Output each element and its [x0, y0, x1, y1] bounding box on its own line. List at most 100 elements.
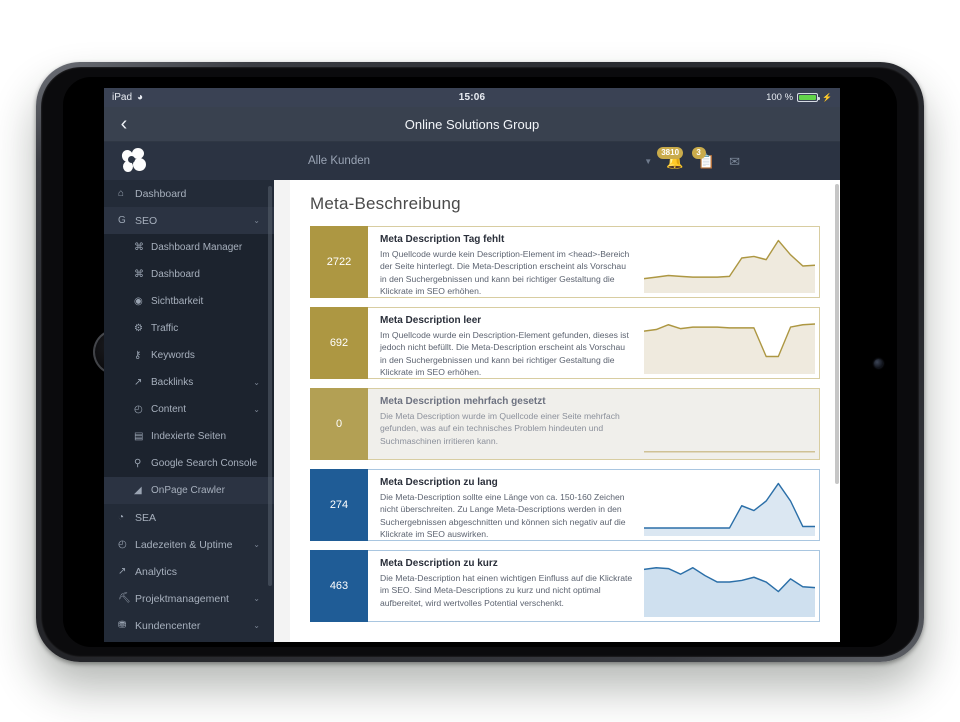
- main-content-area: Meta-Beschreibung 2722 Meta Description T…: [274, 180, 840, 642]
- page-title-navbar: Online Solutions Group: [404, 116, 540, 132]
- caret-down-icon[interactable]: ▼: [644, 157, 652, 166]
- sidebar-item-list: ⌂ Dashboard G SEO ⌄ ⌘ Dashboard Manager ⌘ Dashbo…: [104, 180, 274, 642]
- dashboard-icon: ⌘: [134, 269, 144, 280]
- status-clock: 15:06: [458, 92, 486, 103]
- card-count-badge: 274: [310, 469, 368, 541]
- sidebar-item-label: Dashboard: [135, 187, 187, 200]
- home-icon: ⌂: [118, 188, 125, 199]
- card-description: Die Meta-Description sollte eine Länge v…: [380, 492, 626, 540]
- card-text-block: Meta Description leer Im Quellcode wurde …: [368, 308, 644, 378]
- sidebar-item-label: Dashboard Manager: [151, 242, 243, 253]
- sidebar-item-keywords[interactable]: ⚷ Keywords: [104, 342, 274, 369]
- card-description: Die Meta Description wurde im Quellcode …: [380, 411, 620, 446]
- sidebar-item-dashboard-manager[interactable]: ⌘ Dashboard Manager: [104, 234, 274, 261]
- app-header-bar: Alle Kunden ▼ 🔔 3810 📋 3 ✉: [104, 142, 840, 180]
- ipad-screen: iPad ◕ 15:06 100 % ⚡ ‹ Online Solutions …: [104, 88, 840, 642]
- card-text-block: Meta Description mehrfach gesetzt Die Met…: [368, 389, 644, 459]
- external-link-icon: ↗: [134, 377, 143, 388]
- chevron-down-icon[interactable]: ⌄: [253, 378, 260, 387]
- sidebar-item-label: Projektmanagement: [135, 592, 229, 605]
- clock-icon: ◴: [118, 539, 127, 550]
- sidebar-item-einstellungen[interactable]: ⚿Einstellungen⌄: [104, 639, 274, 642]
- card-count-badge: 463: [310, 550, 368, 622]
- card-count-badge: 2722: [310, 226, 368, 298]
- sidebar-item-analytics[interactable]: ↗ Analytics: [104, 558, 274, 585]
- card-sparkline-chart: [644, 308, 819, 378]
- meta-description-card-list: 2722 Meta Description Tag fehlt Im Quellco…: [310, 226, 820, 622]
- gears-icon: ⚙: [134, 323, 143, 334]
- card-sparkline-chart: [644, 227, 819, 297]
- tasks-button[interactable]: 📋 3: [691, 147, 715, 168]
- card-body: Meta Description zu lang Die Meta-Descrip…: [368, 469, 820, 541]
- sidebar-item-label: Keywords: [151, 350, 195, 361]
- envelope-icon: ✉: [729, 153, 740, 169]
- customer-selector[interactable]: Alle Kunden: [308, 155, 370, 167]
- sidebar-item-label: Backlinks: [151, 377, 194, 388]
- sidebar-item-seo[interactable]: G SEO ⌄: [104, 207, 274, 234]
- sidebar-item-projektmanagement[interactable]: ⛏ Projektmanagement ⌄: [104, 585, 274, 612]
- front-camera-icon: [874, 359, 883, 368]
- status-right: 100 % ⚡: [766, 92, 832, 103]
- meta-description-card[interactable]: 2722 Meta Description Tag fehlt Im Quellco…: [310, 226, 820, 298]
- key-icon: ⚷: [134, 350, 142, 361]
- sidebar-item-indexierte-seiten[interactable]: ▤ Indexierte Seiten: [104, 423, 274, 450]
- chevron-down-icon[interactable]: ⌄: [253, 621, 260, 630]
- meta-description-card[interactable]: 0 Meta Description mehrfach gesetzt Die Me…: [310, 388, 820, 460]
- messages-button[interactable]: ✉: [729, 155, 740, 168]
- sidebar-item-label: Ladezeiten & Uptime: [135, 538, 233, 551]
- sidebar-item-ladezeiten-uptime[interactable]: ◴ Ladezeiten & Uptime ⌄: [104, 531, 274, 558]
- sidebar-item-label: Kundencenter: [135, 619, 201, 632]
- app-navigation-bar: ‹ Online Solutions Group: [104, 107, 840, 142]
- eye-icon: ◉: [134, 296, 143, 307]
- sidebar-item-onpage-crawler[interactable]: ◢ OnPage Crawler: [104, 477, 274, 504]
- sidebar-item-content[interactable]: ◴ Content ⌄: [104, 396, 274, 423]
- card-title: Meta Description zu kurz: [380, 558, 498, 569]
- sidebar-item-kundencenter[interactable]: ⛃ Kundencenter ⌄: [104, 612, 274, 639]
- card-sparkline-chart: [644, 551, 819, 621]
- brand-logo[interactable]: [104, 142, 274, 180]
- dashboard-icon: ⌘: [134, 242, 144, 253]
- battery-percent-label: 100 %: [766, 92, 794, 103]
- content-scrollbar[interactable]: [835, 184, 839, 484]
- card-sparkline-chart: [644, 389, 819, 459]
- card-text-block: Meta Description zu lang Die Meta-Descrip…: [368, 470, 644, 540]
- sidebar-item-sea[interactable]: ◔ SEA: [104, 504, 274, 531]
- app-body: ⌂ Dashboard G SEO ⌄ ⌘ Dashboard Manager ⌘ Dashbo…: [104, 180, 840, 642]
- search-icon: ⚲: [134, 458, 142, 469]
- binoculars-icon: ⛏: [118, 593, 131, 604]
- card-body: Meta Description leer Im Quellcode wurde …: [368, 307, 820, 379]
- card-description: Im Quellcode wurde kein Description-Elem…: [380, 249, 630, 297]
- chart-area-icon: ◢: [134, 485, 142, 496]
- card-count-badge: 0: [310, 388, 368, 460]
- notifications-bell-button[interactable]: 🔔 3810: [657, 147, 684, 168]
- line-chart-icon: ↗: [118, 566, 127, 577]
- notifications-badge: 3810: [657, 147, 684, 159]
- card-title: Meta Description leer: [380, 315, 482, 326]
- meta-description-card[interactable]: 692 Meta Description leer Im Quellcode wur…: [310, 307, 820, 379]
- meta-description-card[interactable]: 274 Meta Description zu lang Die Meta-Desc…: [310, 469, 820, 541]
- card-title: Meta Description zu lang: [380, 477, 498, 488]
- chevron-down-icon[interactable]: ⌄: [253, 594, 260, 603]
- card-title: Meta Description Tag fehlt: [380, 234, 505, 245]
- card-sparkline-chart: [644, 470, 819, 540]
- sidebar-item-google-search-console[interactable]: ⚲ Google Search Console: [104, 450, 274, 477]
- card-body: Meta Description mehrfach gesetzt Die Met…: [368, 388, 820, 460]
- sidebar-item-label: Dashboard: [151, 269, 200, 280]
- chevron-down-icon[interactable]: ⌄: [253, 540, 260, 549]
- card-count-badge: 692: [310, 307, 368, 379]
- sidebar-scrollbar[interactable]: [268, 186, 272, 586]
- sidebar-item-dashboard[interactable]: ⌂ Dashboard: [104, 180, 274, 207]
- meta-description-card[interactable]: 463 Meta Description zu kurz Die Meta-Desc…: [310, 550, 820, 622]
- chevron-down-icon[interactable]: ⌄: [253, 216, 260, 225]
- sidebar-item-traffic[interactable]: ⚙ Traffic: [104, 315, 274, 342]
- card-body: Meta Description zu kurz Die Meta-Descrip…: [368, 550, 820, 622]
- chevron-down-icon[interactable]: ⌄: [253, 405, 260, 414]
- screenshot-stage: iPad ◕ 15:06 100 % ⚡ ‹ Online Solutions …: [0, 0, 960, 722]
- lightning-bolt-icon: ⚡: [822, 93, 832, 102]
- sidebar-item-sichtbarkeit[interactable]: ◉ Sichtbarkeit: [104, 288, 274, 315]
- battery-icon: [797, 93, 821, 102]
- sidebar-item-backlinks[interactable]: ↗ Backlinks ⌄: [104, 369, 274, 396]
- ios-status-bar: iPad ◕ 15:06 100 % ⚡: [104, 88, 840, 107]
- sidebar-item-dashboard[interactable]: ⌘ Dashboard: [104, 261, 274, 288]
- sidebar-item-label: Content: [151, 404, 187, 415]
